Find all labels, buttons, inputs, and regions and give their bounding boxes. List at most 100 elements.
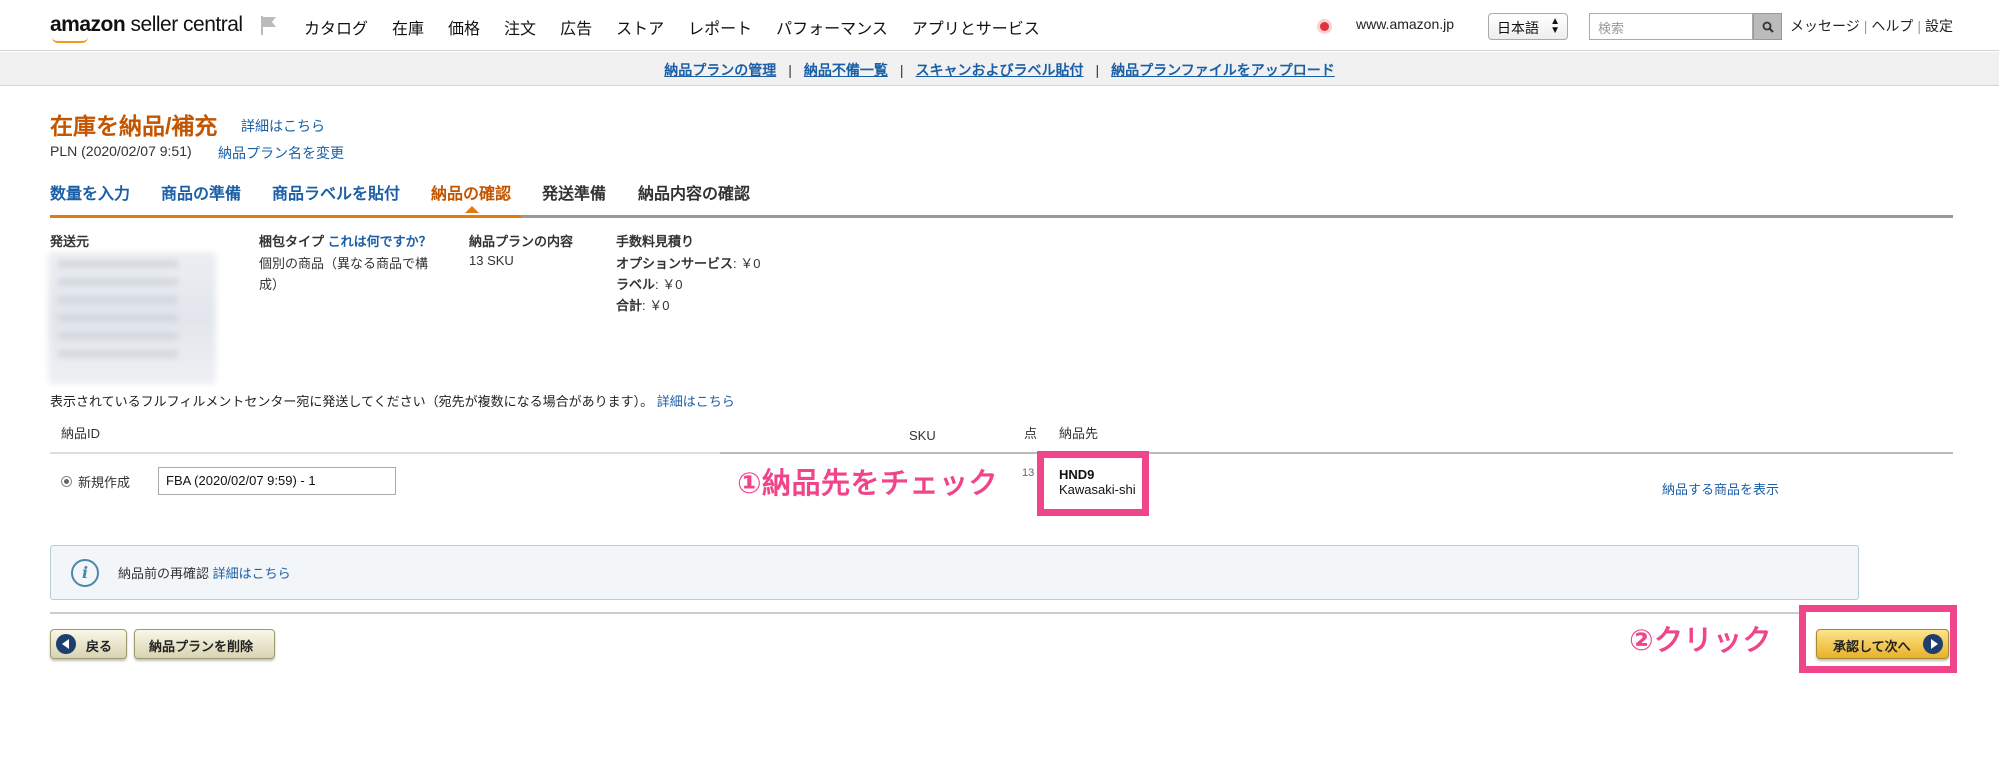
delete-plan-button[interactable]: 納品プランを削除	[134, 629, 275, 659]
packing-type-value-2: 成）	[259, 277, 286, 292]
tab-summary: 納品内容の確認	[638, 186, 751, 203]
annotation-check-destination: ①納品先をチェック	[737, 468, 999, 500]
separator: |	[788, 62, 792, 78]
smile-icon	[52, 37, 88, 43]
tab-prepare-products[interactable]: 商品の準備	[161, 180, 241, 204]
tab-enter-quantity[interactable]: 数量を入力	[50, 180, 130, 204]
nav-advertising[interactable]: 広告	[560, 15, 592, 39]
nav-pricing[interactable]: 価格	[448, 15, 480, 39]
top-navigation: amazon seller central カタログ 在庫 価格 注文 広告 ス…	[0, 0, 1999, 51]
flag-icon[interactable]	[258, 14, 280, 36]
marketplace-domain[interactable]: www.amazon.jp	[1356, 16, 1454, 32]
total-fee-value: : ￥0	[642, 298, 670, 313]
review-info-box: i 納品前の再確認 詳細はこちら	[50, 545, 1859, 600]
new-shipment-radio[interactable]	[61, 476, 72, 487]
nav-catalog[interactable]: カタログ	[304, 15, 368, 39]
plan-contents-label: 納品プランの内容	[469, 234, 574, 249]
packing-help-link[interactable]: これは何ですか？	[328, 234, 432, 249]
label-fee: ラベル: ￥0	[616, 274, 682, 293]
page-title: 在庫を納品/補充	[50, 113, 218, 139]
japan-flag-icon	[1320, 22, 1329, 31]
destination-highlight-box	[1037, 451, 1149, 516]
info-learn-more-link[interactable]: 詳細はこちら	[213, 566, 291, 581]
logo-sub-text: seller central	[130, 13, 244, 36]
info-text: 納品前の再確認 詳細はこちら	[118, 563, 291, 582]
separator: |	[899, 62, 904, 78]
fees-label: 手数料見積り	[616, 234, 695, 249]
nav-performance[interactable]: パフォーマンス	[776, 15, 888, 39]
subnav-manage-plans[interactable]: 納品プランの管理	[664, 62, 776, 78]
language-value: 日本語	[1497, 20, 1539, 36]
learn-more-link[interactable]: 詳細はこちら	[241, 116, 325, 136]
separator: |	[1917, 18, 1922, 34]
total-fee-label: 合計	[616, 298, 643, 313]
tab-progress-bar	[50, 215, 521, 218]
packing-type-text: 梱包タイプ	[259, 234, 325, 249]
updown-arrow-icon: ▲ ▼	[1550, 16, 1560, 36]
arrow-left-icon	[56, 634, 76, 654]
separator: |	[1863, 18, 1868, 34]
label-fee-label: ラベル	[616, 277, 656, 292]
sku-count: 13	[1022, 467, 1035, 479]
total-fee: 合計: ￥0	[616, 295, 669, 314]
plan-name: PLN (2020/02/07 9:51)	[50, 143, 192, 159]
workflow-tabs: 数量を入力 商品の準備 商品ラベルを貼付 納品の確認 発送準備 納品内容の確認	[50, 180, 1953, 218]
shipment-name-input[interactable]: FBA (2020/02/07 9:59) - 1	[158, 467, 396, 495]
ship-from-label: 発送元	[50, 234, 90, 249]
rename-plan-link[interactable]: 納品プラン名を変更	[218, 143, 344, 163]
utility-links: メッセージ | ヘルプ | 設定	[1790, 16, 1953, 36]
column-sku: SKU	[909, 428, 936, 443]
tab-label-products[interactable]: 商品ラベルを貼付	[272, 180, 400, 204]
annotation-click: ②クリック	[1629, 625, 1773, 657]
active-tab-caret	[465, 206, 479, 213]
search-placeholder: 検索	[1598, 21, 1625, 36]
instruction-text: 表示されているフルフィルメントセンター宛に発送してください（宛先が複数になる場合…	[50, 394, 654, 409]
option-fee-label: オプションサービス	[616, 256, 734, 271]
label-fee-value: : ￥0	[655, 277, 683, 292]
option-fee: オプションサービス: ￥0	[616, 253, 760, 272]
tab-prepare-shipment: 発送準備	[542, 186, 607, 203]
search-button[interactable]	[1753, 13, 1782, 40]
back-button[interactable]: 戻る	[50, 629, 127, 659]
delete-plan-button-label: 納品プランを削除	[149, 639, 254, 654]
subnav-upload-plan[interactable]: 納品プランファイルをアップロード	[1111, 62, 1335, 78]
packing-type-value-1: 個別の商品（異なる商品で構	[259, 256, 429, 271]
packing-type-label: 梱包タイプ これは何ですか？	[259, 231, 432, 250]
messages-link[interactable]: メッセージ	[1790, 18, 1860, 34]
column-destination: 納品先	[1059, 426, 1099, 441]
help-link[interactable]: ヘルプ	[1871, 18, 1913, 34]
table-header-divider-light	[50, 452, 720, 454]
nav-stores[interactable]: ストア	[616, 15, 664, 39]
subnav-problem-list[interactable]: 納品不備一覧	[804, 62, 888, 78]
shipment-instruction: 表示されているフルフィルメントセンター宛に発送してください（宛先が複数になる場合…	[50, 391, 735, 410]
main-menu: カタログ 在庫 価格 注文 広告 ストア レポート パフォーマンス アプリとサー…	[304, 15, 1064, 39]
separator: |	[1095, 62, 1100, 78]
new-shipment-label: 新規作成	[78, 475, 131, 490]
nav-orders[interactable]: 注文	[504, 15, 536, 39]
footer-divider	[50, 612, 1806, 614]
shipment-name-value: FBA (2020/02/07 9:59) - 1	[166, 473, 316, 488]
info-icon: i	[71, 559, 99, 587]
shipping-subnav: 納品プランの管理 | 納品不備一覧 | スキャンおよびラベル貼付 | 納品プランファイルをア…	[0, 52, 1999, 86]
logo-main-text: amazon	[50, 13, 126, 36]
column-units: 点	[1024, 426, 1038, 441]
column-shipment-id: 納品ID	[61, 426, 101, 441]
info-message: 納品前の再確認	[118, 566, 210, 581]
language-select[interactable]: 日本語 ▲ ▼	[1488, 13, 1568, 40]
ship-from-address-blurred	[48, 252, 216, 384]
instruction-learn-more-link[interactable]: 詳細はこちら	[657, 394, 735, 409]
back-button-label: 戻る	[86, 639, 113, 654]
subnav-scan-label[interactable]: スキャンおよびラベル貼付	[916, 62, 1084, 78]
nav-reports[interactable]: レポート	[688, 15, 752, 39]
plan-contents-value: 13 SKU	[469, 253, 514, 268]
tab-review-shipments[interactable]: 納品の確認	[431, 180, 511, 204]
settings-link[interactable]: 設定	[1925, 18, 1953, 34]
nav-inventory[interactable]: 在庫	[392, 15, 424, 39]
view-shipment-contents-link[interactable]: 納品する商品を表示	[1662, 479, 1779, 498]
search-input[interactable]: 検索	[1589, 13, 1753, 40]
nav-apps-services[interactable]: アプリとサービス	[912, 15, 1040, 39]
approve-highlight-box	[1799, 605, 1957, 673]
amazon-seller-central-logo[interactable]: amazon seller central	[50, 13, 244, 43]
option-fee-value: : ￥0	[733, 256, 761, 271]
search-icon	[1762, 21, 1774, 33]
